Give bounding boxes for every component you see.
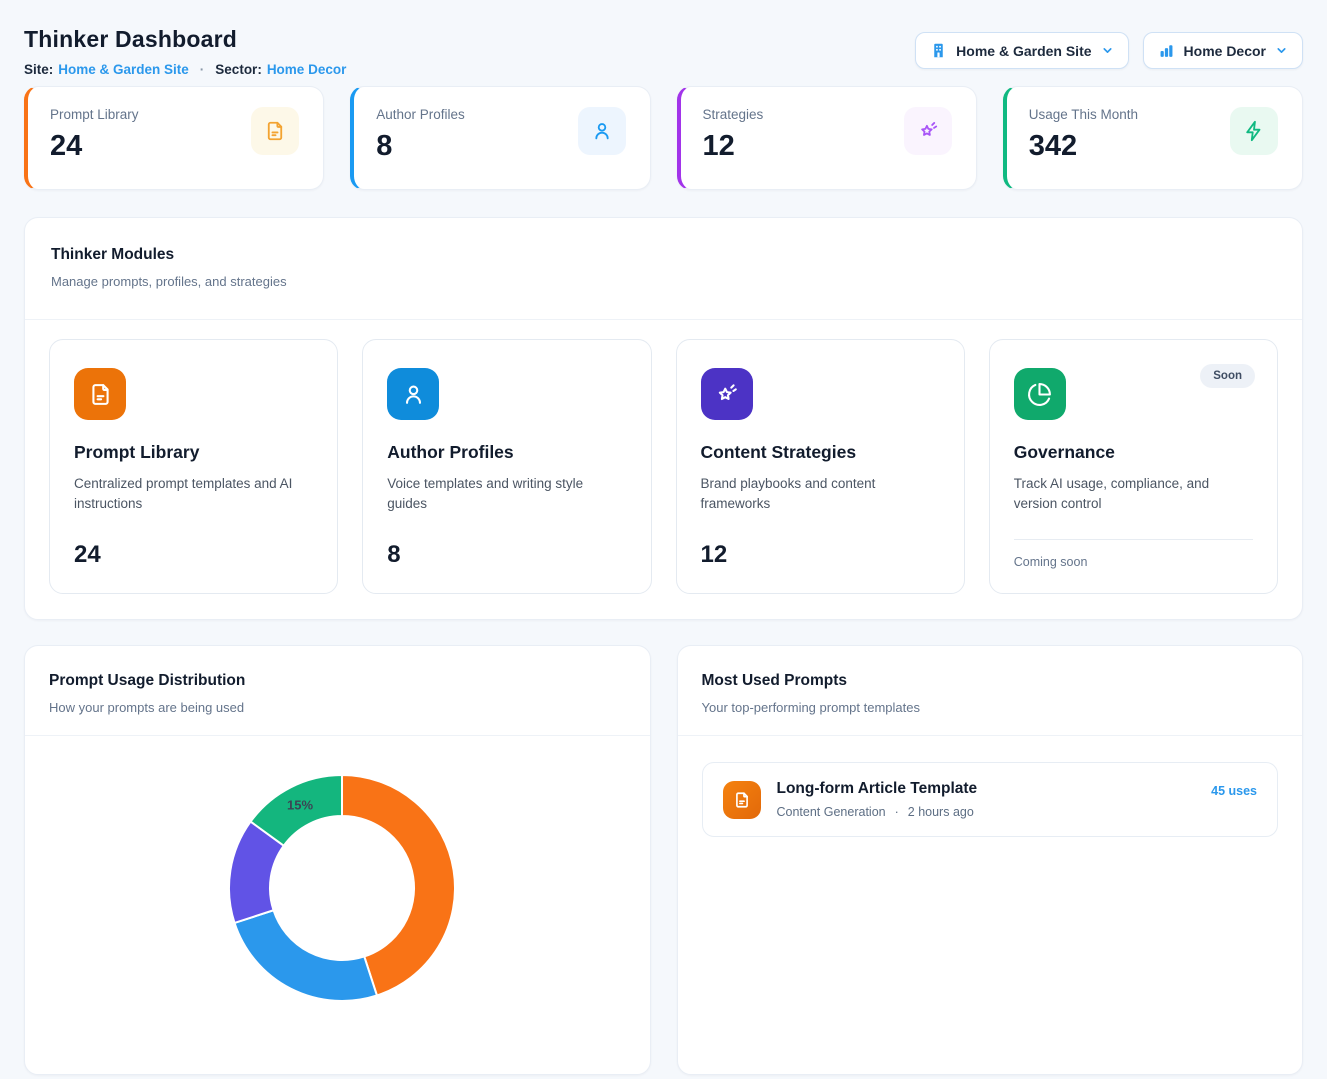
stat-value: 12 — [703, 130, 764, 163]
star-sparkle-icon — [701, 368, 753, 420]
prompts-card-title: Most Used Prompts — [702, 672, 1279, 690]
site-sector-breadcrumb: Site: Home & Garden Site · Sector: Home … — [24, 62, 346, 77]
stat-value: 8 — [376, 130, 465, 163]
module-card-content-strategies[interactable]: Content Strategies Brand playbooks and c… — [676, 339, 965, 594]
chevron-down-icon — [1101, 44, 1114, 57]
dashboard-page: Thinker Dashboard Site: Home & Garden Si… — [0, 0, 1327, 1075]
stat-card-prompt-library: Prompt Library 24 — [24, 86, 324, 190]
coming-soon-text: Coming soon — [1014, 539, 1253, 569]
panel-header: Thinker Modules Manage prompts, profiles… — [25, 218, 1302, 320]
module-title: Governance — [1014, 442, 1253, 463]
prompt-usage-card: Prompt Usage Distribution How your promp… — [24, 645, 651, 1075]
module-title: Author Profiles — [387, 442, 626, 463]
module-count: 24 — [74, 541, 313, 569]
usage-donut-svg[interactable]: 15% — [222, 768, 462, 1008]
prompt-list: Long-form Article Template Content Gener… — [678, 736, 1303, 837]
prompts-card-subtitle: Your top-performing prompt templates — [702, 700, 1279, 715]
stat-label: Strategies — [703, 107, 764, 122]
usage-card-header: Prompt Usage Distribution How your promp… — [25, 646, 650, 736]
meta-separator: · — [895, 805, 899, 819]
usage-card-subtitle: How your prompts are being used — [49, 700, 626, 715]
donut-segment-label: 15% — [287, 798, 313, 813]
stat-label: Author Profiles — [376, 107, 465, 122]
stat-card-author-profiles: Author Profiles 8 — [350, 86, 650, 190]
stat-card-strategies: Strategies 12 — [677, 86, 977, 190]
building-icon — [930, 42, 947, 59]
prompt-item-time: 2 hours ago — [908, 805, 974, 819]
bottom-row: Prompt Usage Distribution How your promp… — [24, 645, 1303, 1075]
module-card-author-profiles[interactable]: Author Profiles Voice templates and writ… — [362, 339, 651, 594]
stats-row: Prompt Library 24 Author Profiles 8 Stra… — [24, 86, 1303, 190]
stat-value: 342 — [1029, 130, 1138, 163]
prompt-item-category: Content Generation — [777, 805, 886, 819]
site-selector-label: Home & Garden Site — [956, 43, 1091, 59]
stat-label: Usage This Month — [1029, 107, 1138, 122]
zap-icon — [1230, 107, 1278, 155]
sector-selector-dropdown[interactable]: Home Decor — [1143, 32, 1303, 69]
header-actions: Home & Garden Site Home Decor — [915, 32, 1303, 69]
stat-info: Prompt Library 24 — [50, 107, 139, 169]
stat-card-usage: Usage This Month 342 — [1003, 86, 1303, 190]
chevron-down-icon — [1275, 44, 1288, 57]
module-description: Track AI usage, compliance, and version … — [1014, 474, 1249, 515]
prompt-item-title: Long-form Article Template — [777, 780, 1196, 798]
page-title: Thinker Dashboard — [24, 26, 346, 53]
sector-label: Sector: — [215, 62, 262, 77]
stat-label: Prompt Library — [50, 107, 139, 122]
module-title: Content Strategies — [701, 442, 940, 463]
modules-grid: Prompt Library Centralized prompt templa… — [25, 320, 1302, 619]
header: Thinker Dashboard Site: Home & Garden Si… — [24, 26, 1303, 77]
pie-chart-icon — [1014, 368, 1066, 420]
module-card-prompt-library[interactable]: Prompt Library Centralized prompt templa… — [49, 339, 338, 594]
prompt-item-meta: Content Generation · 2 hours ago — [777, 805, 1196, 819]
usage-donut-chart[interactable]: 15% — [25, 736, 650, 1079]
stat-info: Usage This Month 342 — [1029, 107, 1138, 169]
module-description: Centralized prompt templates and AI inst… — [74, 474, 309, 515]
panel-title: Thinker Modules — [51, 246, 1276, 264]
header-left: Thinker Dashboard Site: Home & Garden Si… — [24, 26, 346, 77]
breadcrumb-separator: · — [200, 62, 205, 77]
prompts-card-header: Most Used Prompts Your top-performing pr… — [678, 646, 1303, 736]
prompt-item-body: Long-form Article Template Content Gener… — [777, 780, 1196, 819]
file-text-icon — [74, 368, 126, 420]
donut-segment[interactable] — [235, 910, 377, 1001]
most-used-prompts-card: Most Used Prompts Your top-performing pr… — [677, 645, 1304, 1075]
file-text-icon — [251, 107, 299, 155]
module-count: 8 — [387, 541, 626, 569]
stat-info: Author Profiles 8 — [376, 107, 465, 169]
file-text-icon — [723, 781, 761, 819]
module-description: Brand playbooks and content frameworks — [701, 474, 936, 515]
site-link[interactable]: Home & Garden Site — [58, 62, 189, 77]
module-title: Prompt Library — [74, 442, 313, 463]
sector-link[interactable]: Home Decor — [267, 62, 347, 77]
module-description: Voice templates and writing style guides — [387, 474, 622, 515]
star-sparkle-icon — [904, 107, 952, 155]
site-label: Site: — [24, 62, 53, 77]
thinker-modules-panel: Thinker Modules Manage prompts, profiles… — [24, 217, 1303, 620]
stat-value: 24 — [50, 130, 139, 163]
panel-subtitle: Manage prompts, profiles, and strategies — [51, 274, 1276, 289]
user-icon — [578, 107, 626, 155]
user-icon — [387, 368, 439, 420]
module-card-governance[interactable]: Soon Governance Track AI usage, complian… — [989, 339, 1278, 594]
bar-chart-icon — [1158, 42, 1175, 59]
prompt-item-uses-badge: 45 uses — [1211, 784, 1257, 798]
stat-info: Strategies 12 — [703, 107, 764, 169]
sector-selector-label: Home Decor — [1184, 43, 1266, 59]
site-selector-dropdown[interactable]: Home & Garden Site — [915, 32, 1128, 69]
soon-badge: Soon — [1200, 364, 1255, 388]
usage-card-title: Prompt Usage Distribution — [49, 672, 626, 690]
module-count: 12 — [701, 541, 940, 569]
